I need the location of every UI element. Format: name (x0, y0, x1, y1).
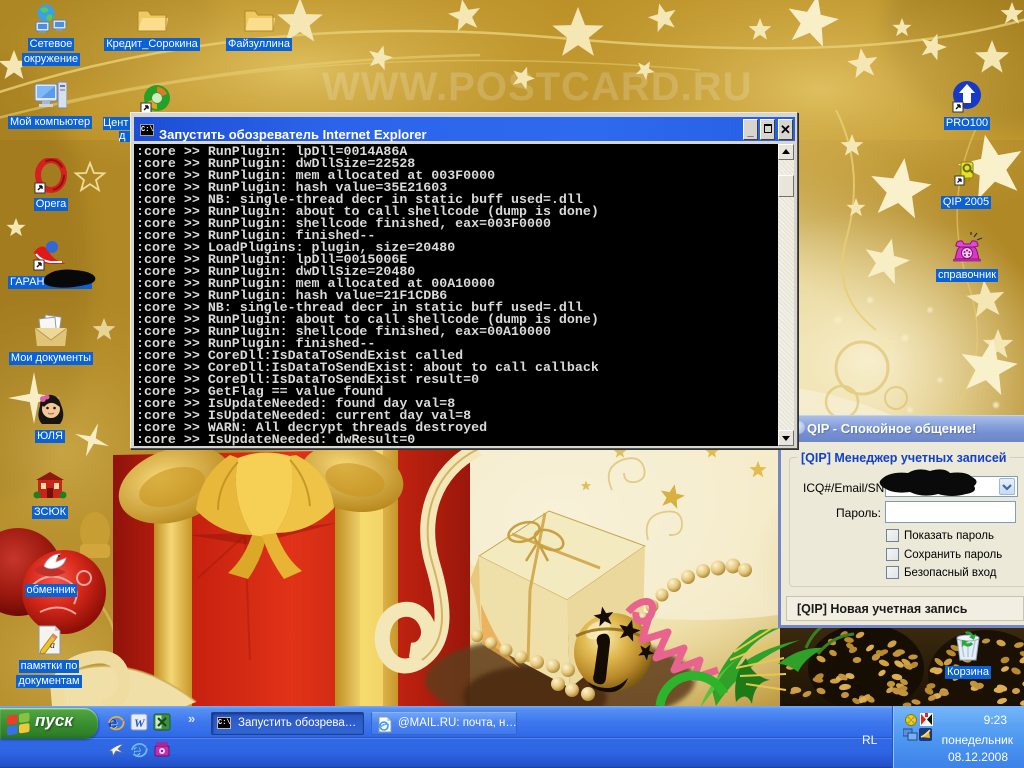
svg-text:W: W (134, 716, 146, 730)
svg-text:a: a (50, 640, 55, 651)
